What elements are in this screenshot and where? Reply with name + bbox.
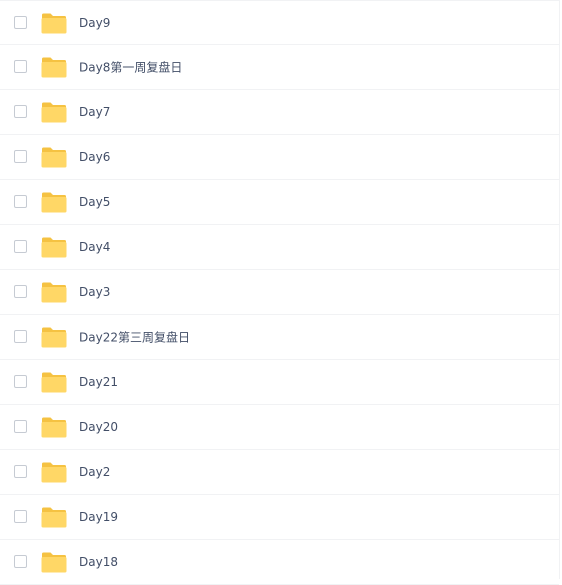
file-list: Day9 Day8第一周复盘日 Day7 Day6 Day5 Day4 Day3… [0, 0, 560, 585]
list-item[interactable]: Day20 [0, 405, 559, 450]
folder-icon[interactable] [41, 102, 67, 123]
list-item[interactable]: Day3 [0, 270, 559, 315]
select-checkbox[interactable] [14, 60, 27, 73]
folder-icon[interactable] [41, 372, 67, 393]
folder-icon[interactable] [41, 417, 67, 438]
select-checkbox[interactable] [14, 330, 27, 343]
select-checkbox[interactable] [14, 15, 27, 29]
list-item[interactable]: Day8第一周复盘日 [0, 45, 559, 90]
select-checkbox[interactable] [14, 240, 27, 253]
select-checkbox[interactable] [14, 510, 27, 523]
folder-name[interactable]: Day4 [79, 240, 110, 254]
list-item[interactable]: Day5 [0, 180, 559, 225]
list-item[interactable]: Day19 [0, 495, 559, 540]
select-checkbox[interactable] [14, 150, 27, 163]
folder-name[interactable]: Day6 [79, 150, 110, 164]
folder-name[interactable]: Day22第三周复盘日 [79, 329, 190, 346]
list-item[interactable]: Day6 [0, 135, 559, 180]
folder-icon[interactable] [41, 507, 67, 528]
folder-icon[interactable] [41, 237, 67, 258]
list-item[interactable]: Day7 [0, 90, 559, 135]
folder-icon[interactable] [41, 552, 67, 573]
select-checkbox[interactable] [14, 420, 27, 433]
folder-name[interactable]: Day19 [79, 510, 118, 524]
select-checkbox[interactable] [14, 105, 27, 118]
folder-icon[interactable] [41, 147, 67, 168]
folder-icon[interactable] [41, 462, 67, 483]
select-checkbox[interactable] [14, 375, 27, 388]
folder-icon[interactable] [41, 13, 67, 34]
list-item[interactable]: Day21 [0, 360, 559, 405]
select-checkbox[interactable] [14, 285, 27, 298]
folder-icon[interactable] [41, 282, 67, 303]
folder-name[interactable]: Day2 [79, 465, 110, 479]
folder-name[interactable]: Day5 [79, 195, 110, 209]
list-item[interactable]: Day2 [0, 450, 559, 495]
folder-name[interactable]: Day3 [79, 285, 110, 299]
folder-name[interactable]: Day18 [79, 555, 118, 569]
folder-name[interactable]: Day7 [79, 105, 110, 119]
list-item[interactable]: Day4 [0, 225, 559, 270]
select-checkbox[interactable] [14, 195, 27, 208]
list-item[interactable]: Day18 [0, 540, 559, 585]
folder-name[interactable]: Day9 [79, 16, 110, 30]
folder-name[interactable]: Day20 [79, 420, 118, 434]
folder-name[interactable]: Day21 [79, 375, 118, 389]
select-checkbox[interactable] [14, 555, 27, 568]
folder-icon[interactable] [41, 327, 67, 348]
list-item[interactable]: Day22第三周复盘日 [0, 315, 559, 360]
select-checkbox[interactable] [14, 465, 27, 478]
list-item[interactable]: Day9 [0, 0, 559, 45]
folder-icon[interactable] [41, 57, 67, 78]
folder-name[interactable]: Day8第一周复盘日 [79, 59, 182, 76]
folder-icon[interactable] [41, 192, 67, 213]
